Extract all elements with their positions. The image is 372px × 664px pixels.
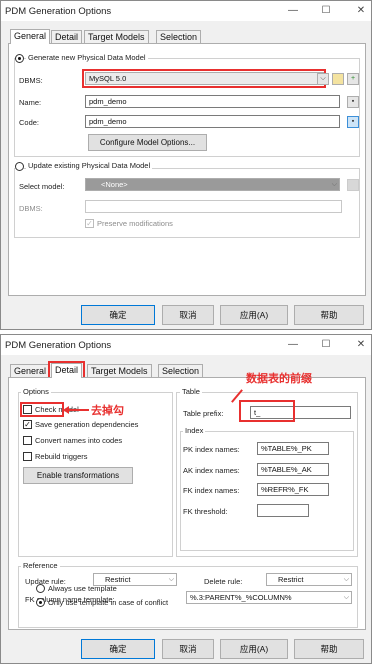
select-model-select[interactable]: <None> ⌵ xyxy=(85,178,340,191)
window-title: PDM Generation Options xyxy=(5,6,112,17)
ok-button[interactable]: 确定 xyxy=(81,305,155,325)
reference-group-label: Reference xyxy=(21,561,60,570)
ok-button[interactable]: 确定 xyxy=(81,639,155,659)
update-rule-dropdown-icon: ⌵ xyxy=(168,576,174,583)
cancel-button[interactable]: 取消 xyxy=(162,305,214,325)
preserve-label: Preserve modifications xyxy=(97,219,173,228)
dbms2-input xyxy=(85,200,342,213)
code-input[interactable]: pdm_demo xyxy=(85,115,340,128)
always-template-label: Always use template xyxy=(48,584,117,593)
tab-detail[interactable]: Detail xyxy=(51,363,83,378)
select-model-value: <None> xyxy=(101,180,128,189)
general-panel: Generate new Physical Data Model DBMS: M… xyxy=(8,43,366,296)
fk-template-dropdown-icon: ⌵ xyxy=(343,594,349,601)
ak-index-input[interactable]: %TABLE%_AK xyxy=(257,463,329,476)
index-group-label: Index xyxy=(183,426,206,435)
maximize-icon[interactable]: ☐ xyxy=(317,3,335,19)
code-more-icon[interactable]: ▪ xyxy=(347,116,359,128)
delete-rule-value: Restrict xyxy=(278,575,304,584)
table-group-label: Table xyxy=(180,387,202,396)
close-icon[interactable]: ✕ xyxy=(352,3,370,19)
maximize-icon[interactable]: ☐ xyxy=(317,337,335,353)
dbms-highlight-box xyxy=(82,69,326,88)
table-prefix-annotation: 数据表的前缀 xyxy=(246,373,312,385)
apply-button[interactable]: 应用(A) xyxy=(220,639,288,659)
save-deps-checkbox[interactable]: ✓ xyxy=(23,420,32,429)
tab-target-models[interactable]: Target Models xyxy=(84,30,149,44)
convert-names-checkbox[interactable] xyxy=(23,436,32,445)
update-existing-radio[interactable] xyxy=(15,162,24,171)
rebuild-triggers-label: Rebuild triggers xyxy=(35,452,88,461)
cancel-button[interactable]: 取消 xyxy=(162,639,214,659)
title-bar: PDM Generation Options — ☐ ✕ xyxy=(1,1,371,21)
fk-index-input[interactable]: %REFR%_FK xyxy=(257,483,329,496)
rebuild-triggers-checkbox[interactable] xyxy=(23,452,32,461)
fk-template-value: %.3:PARENT%_%COLUMN% xyxy=(190,593,292,602)
only-template-label: Only use template in case of conflict xyxy=(48,598,169,607)
fk-index-label: FK index names: xyxy=(183,486,240,495)
properties-icon[interactable]: + xyxy=(347,73,359,85)
update-existing-label: Update existing Physical Data Model xyxy=(26,161,153,170)
table-prefix-highlight-box xyxy=(239,400,295,422)
delete-rule-dropdown-icon: ⌵ xyxy=(343,576,349,583)
dbms2-label: DBMS: xyxy=(19,204,43,213)
options-group-label: Options xyxy=(21,387,51,396)
help-button[interactable]: 帮助 xyxy=(294,639,364,659)
generate-new-label: Generate new Physical Data Model xyxy=(26,53,148,62)
folder-icon[interactable] xyxy=(332,73,344,85)
uncheck-annotation: 去掉勾 xyxy=(91,405,124,417)
save-deps-label: Save generation dependencies xyxy=(35,420,139,429)
dbms-label: DBMS: xyxy=(19,76,43,85)
dbms-dropdown-icon[interactable]: ⌵ xyxy=(317,73,329,85)
name-label: Name: xyxy=(19,98,42,107)
check-model-highlight-box xyxy=(20,402,64,417)
name-more-icon[interactable]: ▪ xyxy=(347,96,359,108)
fk-template-select[interactable]: %.3:PARENT%_%COLUMN% ⌵ xyxy=(186,591,352,604)
tab-target-models[interactable]: Target Models xyxy=(87,364,152,378)
name-input[interactable]: pdm_demo xyxy=(85,95,340,108)
minimize-icon[interactable]: — xyxy=(284,3,302,19)
pk-index-label: PK index names: xyxy=(183,445,240,454)
always-template-radio[interactable] xyxy=(36,584,45,593)
tab-selection[interactable]: Selection xyxy=(158,364,204,378)
select-model-label: Select model: xyxy=(19,182,65,191)
only-template-radio[interactable] xyxy=(36,598,45,607)
pk-index-input[interactable]: %TABLE%_PK xyxy=(257,442,329,455)
tab-general[interactable]: General xyxy=(10,364,51,378)
help-button[interactable]: 帮助 xyxy=(294,305,364,325)
apply-button[interactable]: 应用(A) xyxy=(220,305,288,325)
convert-names-label: Convert names into codes xyxy=(35,436,123,445)
fk-threshold-label: FK threshold: xyxy=(183,507,228,516)
fk-threshold-input[interactable] xyxy=(257,504,309,517)
tab-selection[interactable]: Selection xyxy=(156,30,202,44)
minimize-icon[interactable]: — xyxy=(284,337,302,353)
delete-rule-select[interactable]: Restrict ⌵ xyxy=(266,573,352,586)
preserve-checkbox: ✓ xyxy=(85,219,94,228)
generate-new-radio[interactable] xyxy=(15,54,24,63)
select-model-more-icon[interactable] xyxy=(347,179,359,191)
tab-general[interactable]: General xyxy=(10,29,51,44)
update-rule-value: Restrict xyxy=(105,575,131,584)
tab-detail[interactable]: Detail xyxy=(51,30,83,44)
arrow-icon xyxy=(67,409,89,411)
table-prefix-label: Table prefix: xyxy=(183,409,224,418)
code-label: Code: xyxy=(19,118,40,127)
arrow-head-icon xyxy=(63,406,69,414)
select-model-dropdown-icon: ⌵ xyxy=(331,181,337,188)
bottom-dialog: PDM Generation Options — ☐ ✕ General Det… xyxy=(0,334,372,664)
ak-index-label: AK index names: xyxy=(183,466,240,475)
configure-model-options-button[interactable]: Configure Model Options... xyxy=(88,134,207,151)
window-title: PDM Generation Options xyxy=(5,340,112,351)
delete-rule-label: Delete rule: xyxy=(204,577,243,586)
enable-transformations-button[interactable]: Enable transformations xyxy=(23,467,133,484)
title-bar: PDM Generation Options — ☐ ✕ xyxy=(1,335,371,355)
top-dialog: PDM Generation Options — ☐ ✕ General Det… xyxy=(0,0,372,330)
close-icon[interactable]: ✕ xyxy=(352,337,370,353)
